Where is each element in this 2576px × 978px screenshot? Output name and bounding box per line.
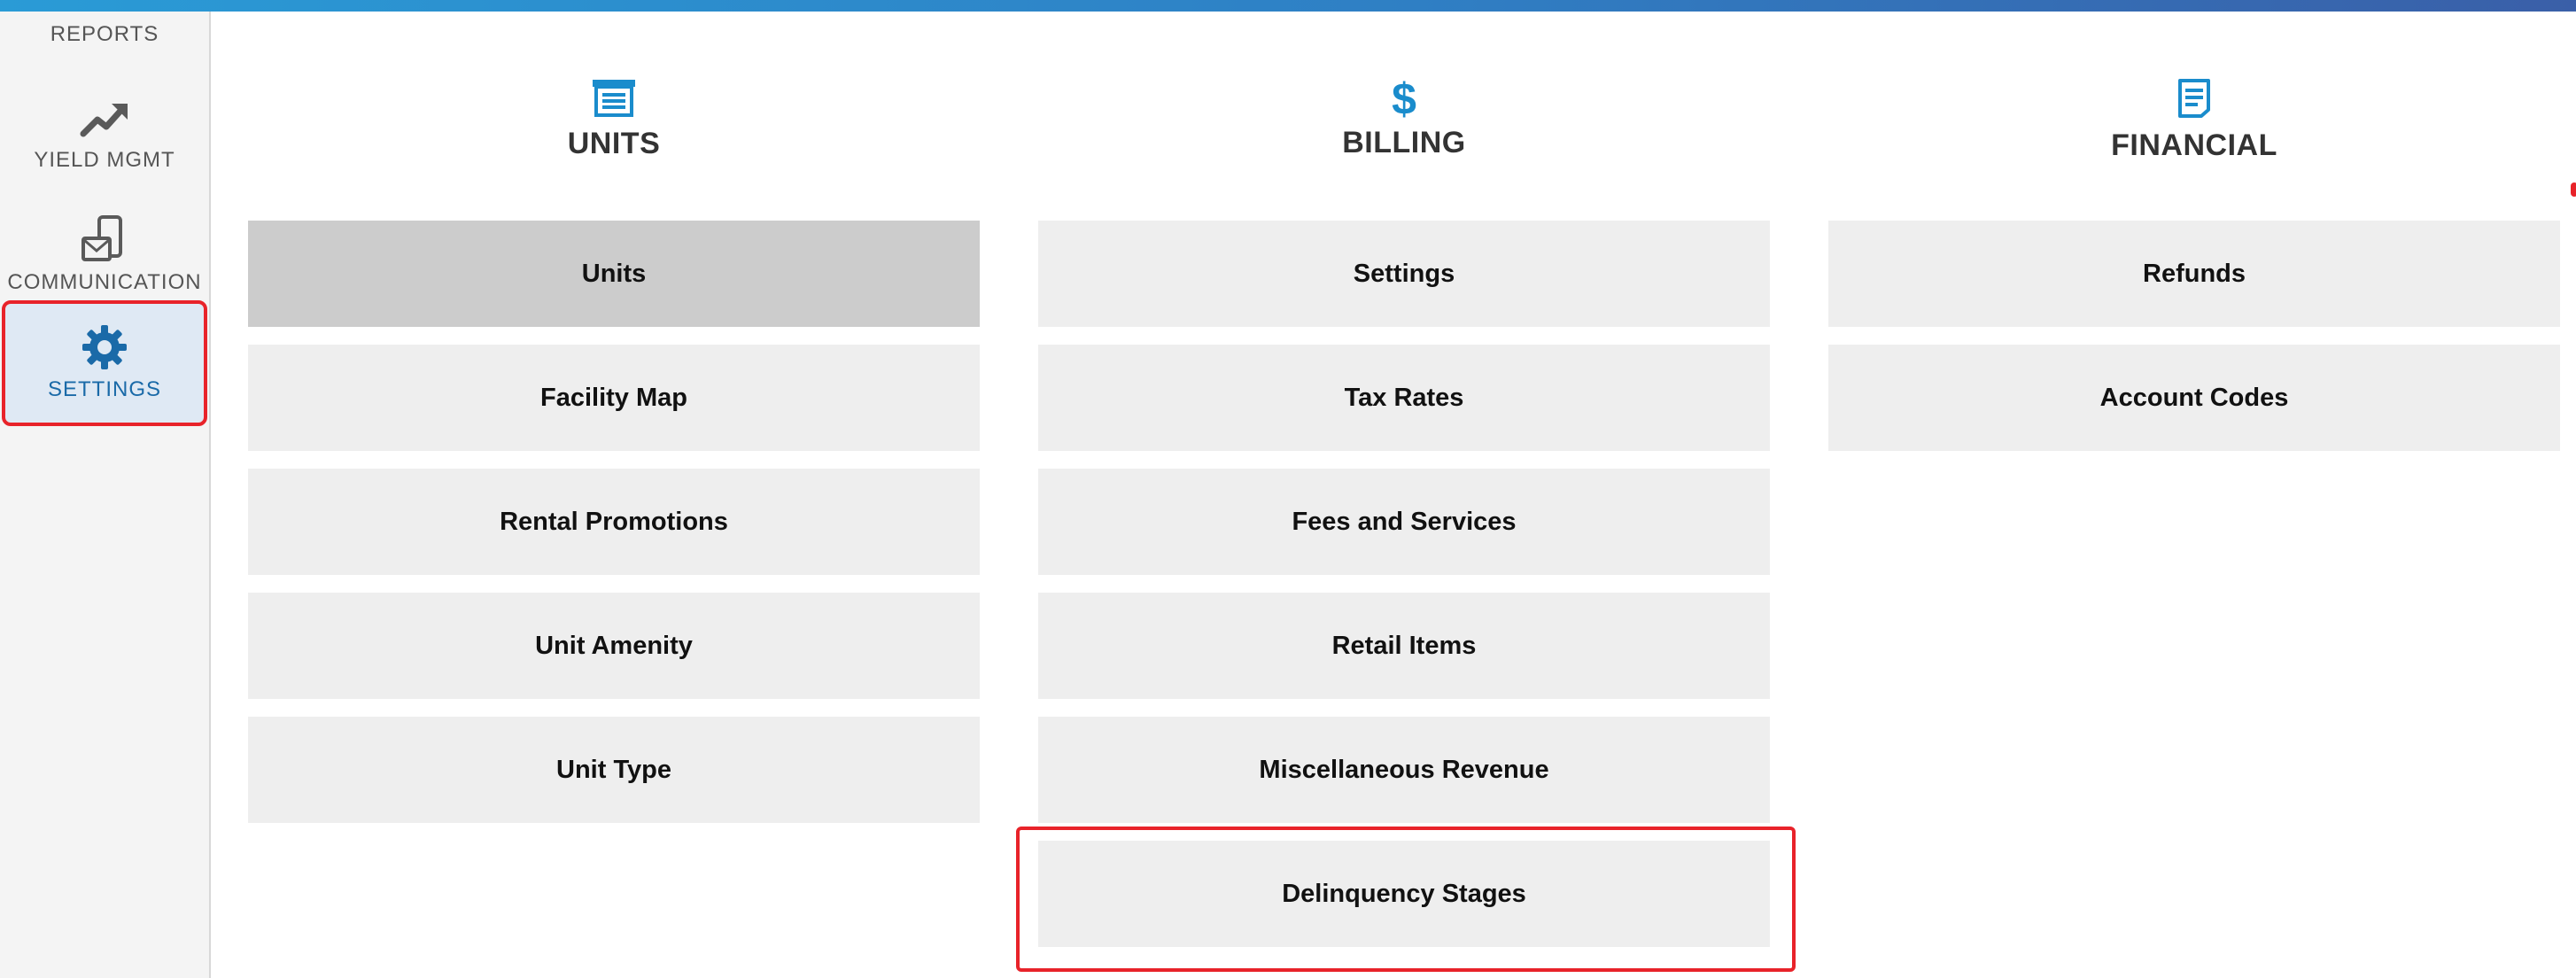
sidebar-item-reports[interactable]: REPORTS (0, 12, 209, 47)
top-accent-bar (0, 0, 2576, 12)
tile-unit-amenity[interactable]: Unit Amenity (248, 593, 980, 699)
financial-column-header: FINANCIAL (1828, 78, 2560, 163)
sidebar-item-yield-mgmt[interactable]: YIELD MGMT (0, 91, 209, 173)
sidebar-item-label: REPORTS (50, 22, 159, 46)
sidebar-item-communication[interactable]: COMMUNICATION (0, 206, 209, 295)
sidebar-item-label: COMMUNICATION (7, 270, 202, 294)
billing-column-title: BILLING (1342, 126, 1466, 159)
phone-mail-icon (80, 215, 129, 265)
units-column-title: UNITS (567, 127, 661, 160)
tile-tax-rates[interactable]: Tax Rates (1038, 345, 1770, 451)
trending-up-icon (80, 100, 129, 139)
edge-marker (2571, 182, 2576, 197)
tile-unit-type[interactable]: Unit Type (248, 717, 980, 823)
billing-column-header: $ BILLING (1038, 74, 1770, 160)
gear-icon (81, 324, 128, 370)
tile-account-codes[interactable]: Account Codes (1828, 345, 2560, 451)
storage-unit-icon (591, 78, 637, 121)
tile-fees-and-services[interactable]: Fees and Services (1038, 469, 1770, 575)
tile-billing-settings[interactable]: Settings (1038, 221, 1770, 327)
tile-units[interactable]: Units (248, 221, 980, 327)
tile-miscellaneous-revenue[interactable]: Miscellaneous Revenue (1038, 717, 1770, 823)
sidebar-item-label: YIELD MGMT (34, 148, 175, 172)
document-icon (2175, 78, 2214, 123)
dollar-icon: $ (1392, 74, 1416, 124)
tile-retail-items[interactable]: Retail Items (1038, 593, 1770, 699)
financial-column-title: FINANCIAL (2111, 128, 2277, 162)
units-column-header: UNITS (248, 78, 980, 161)
sidebar-item-label: SETTINGS (47, 377, 161, 401)
sidebar-item-settings[interactable]: SETTINGS (2, 300, 207, 426)
tile-delinquency-stages[interactable]: Delinquency Stages (1038, 841, 1770, 947)
tile-rental-promotions[interactable]: Rental Promotions (248, 469, 980, 575)
sidebar: REPORTS YIELD MGMT COMMUNICATION SETTING… (0, 12, 211, 978)
tile-refunds[interactable]: Refunds (1828, 221, 2560, 327)
tile-facility-map[interactable]: Facility Map (248, 345, 980, 451)
